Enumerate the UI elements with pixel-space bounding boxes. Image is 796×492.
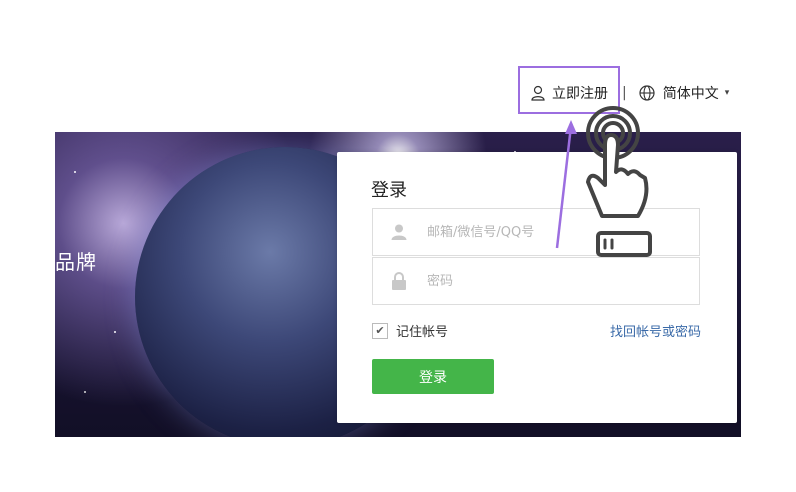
language-selector[interactable]: 简体中文 ▾: [639, 83, 730, 103]
language-label: 简体中文: [662, 86, 719, 102]
password-field[interactable]: [372, 257, 700, 305]
remember-account[interactable]: ✔ 记住帐号: [372, 321, 448, 340]
globe-icon: [639, 85, 655, 101]
remember-checkbox[interactable]: ✔: [372, 322, 388, 339]
password-input[interactable]: [425, 265, 679, 297]
login-card: 登录 ✔ 记住帐号 找回帐号或密码 登录: [337, 152, 737, 423]
lock-icon: [373, 272, 425, 290]
username-field[interactable]: [372, 208, 700, 256]
login-button[interactable]: 登录: [372, 359, 494, 394]
annotation-highlight-box: [518, 66, 620, 114]
login-title: 登录: [371, 180, 407, 201]
username-input[interactable]: [425, 216, 679, 248]
nav-separator: |: [622, 85, 627, 101]
brand-text: 品牌: [55, 250, 97, 274]
forgot-account-link[interactable]: 找回帐号或密码: [610, 321, 701, 340]
user-icon: [373, 223, 425, 241]
remember-label: 记住帐号: [396, 325, 449, 340]
chevron-down-icon: ▾: [724, 88, 730, 98]
